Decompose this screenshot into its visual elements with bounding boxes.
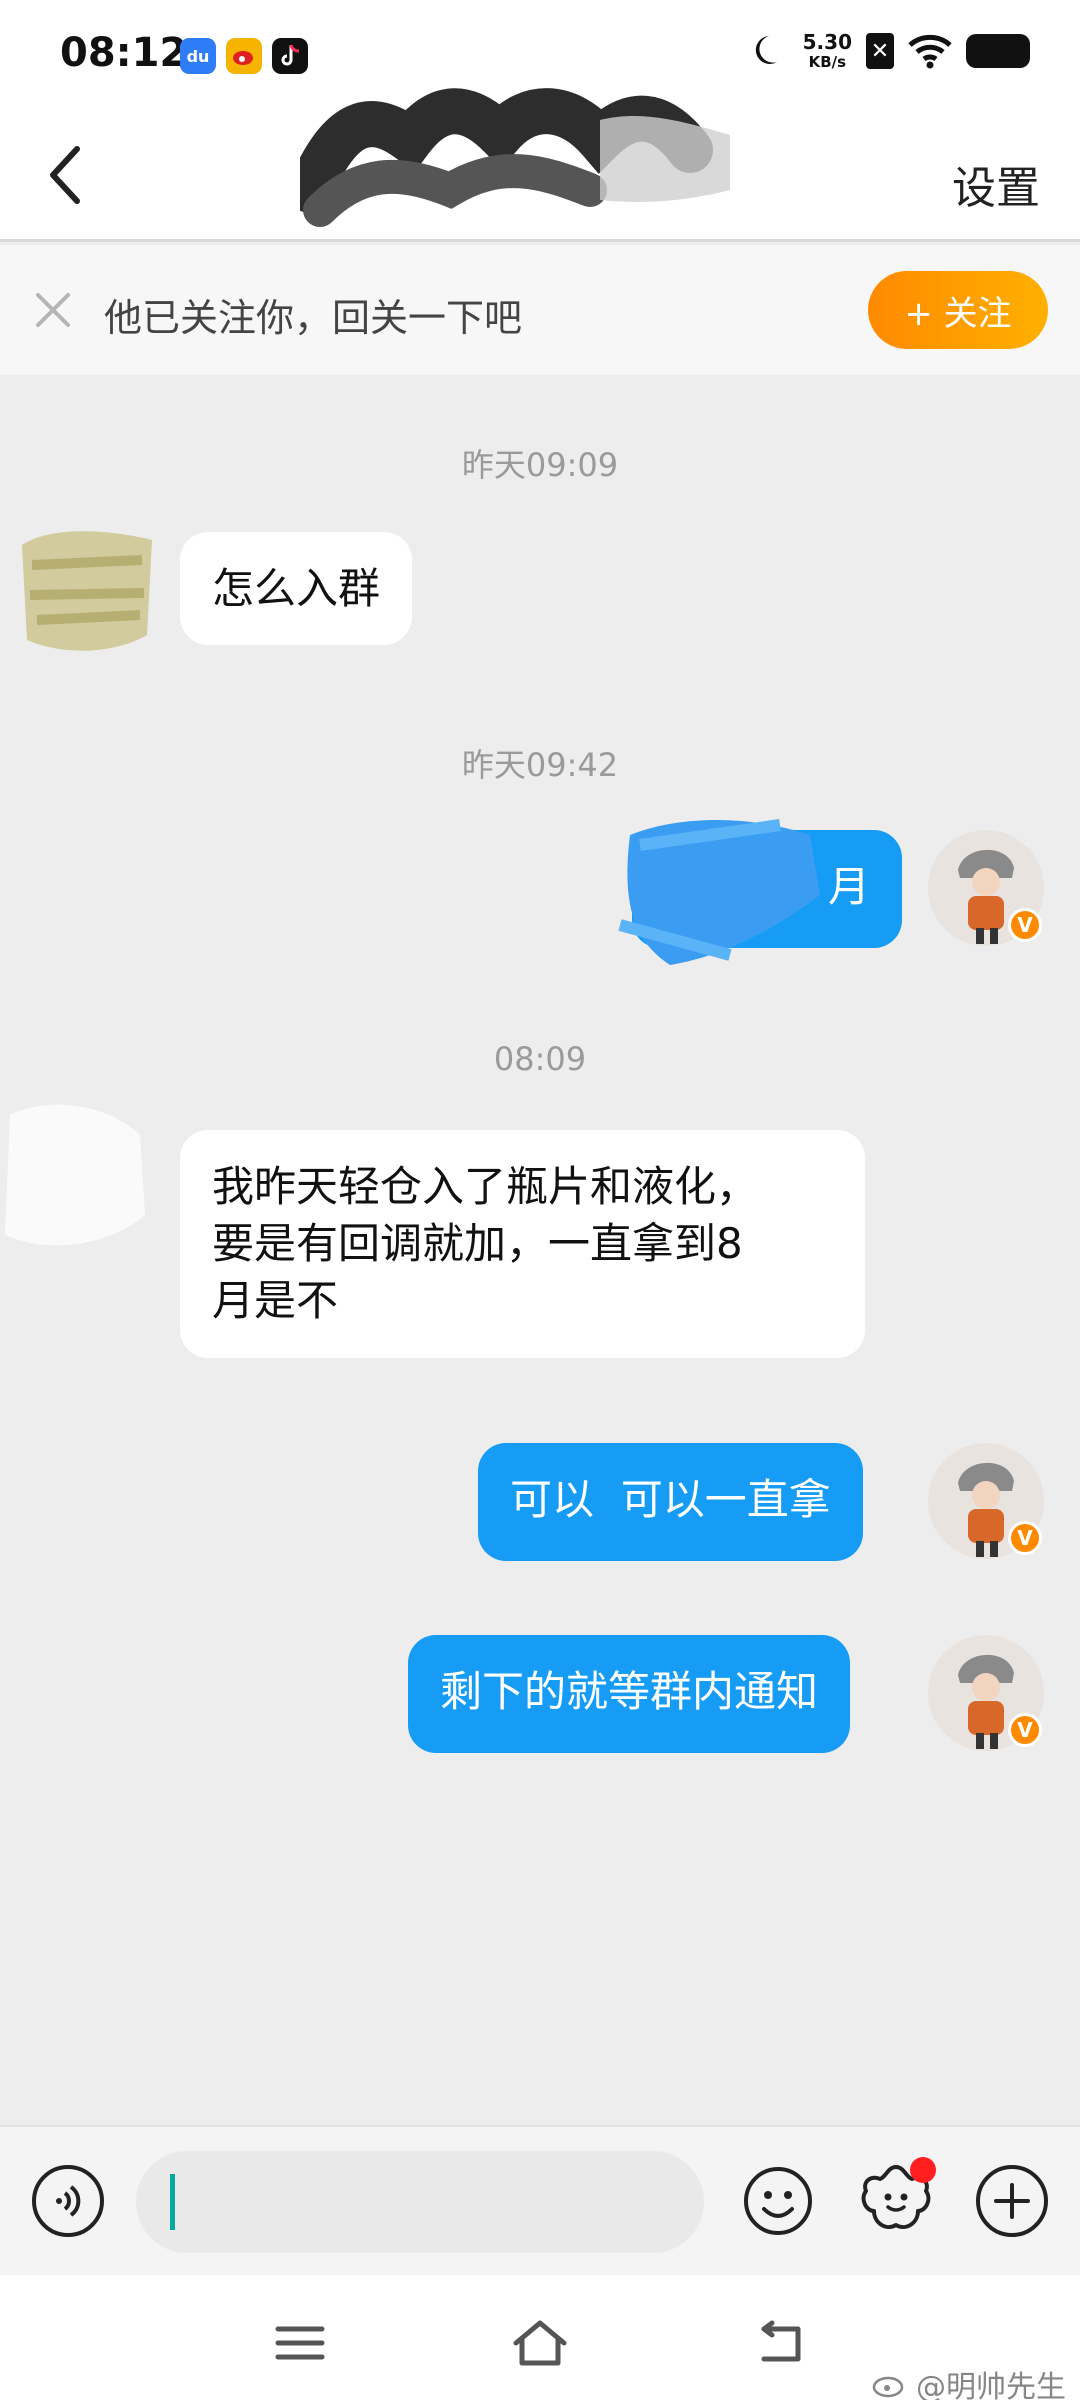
notification-dot <box>910 2157 936 2183</box>
my-avatar[interactable]: V <box>928 1443 1044 1559</box>
settings-button[interactable]: 设置 <box>952 152 1040 216</box>
weibo-logo-icon <box>872 2376 904 2398</box>
follow-button[interactable]: + 关注 <box>868 271 1048 349</box>
text-caret <box>170 2174 175 2230</box>
baidu-app-icon: du <box>180 38 216 74</box>
my-avatar[interactable]: V <box>928 1635 1044 1751</box>
verified-badge-icon: V <box>1008 908 1042 942</box>
message-text-line: 月是不 <box>212 1276 339 1325</box>
verified-badge-icon: V <box>1008 1713 1042 1747</box>
voice-button[interactable] <box>32 2165 104 2237</box>
net-speed-value: 5.30 <box>802 30 852 54</box>
plus-button[interactable] <box>976 2165 1048 2237</box>
redacted-title-scribble <box>300 88 730 227</box>
weibo-app-icon <box>226 38 262 74</box>
chat-messages: 昨天09:09 怎么入群 昨天09:42 月 V 08:09 我昨天轻仓入了瓶片… <box>0 375 1080 2125</box>
timestamp: 08:09 <box>493 1040 587 1078</box>
close-icon[interactable] <box>30 287 76 333</box>
verified-badge-icon: V <box>1008 1521 1042 1555</box>
my-avatar[interactable]: V <box>928 830 1044 946</box>
tiktok-app-icon <box>272 38 308 74</box>
message-input[interactable] <box>136 2151 704 2253</box>
status-time: 08:12 <box>60 30 188 76</box>
watermark: @明帅先生 <box>872 2362 1066 2400</box>
message-bubble-incoming[interactable]: 怎么入群 <box>180 532 413 645</box>
menu-icon[interactable] <box>272 2315 328 2371</box>
chevron-left-icon <box>50 146 80 204</box>
back-nav-icon[interactable] <box>752 2315 808 2371</box>
redaction-scribble <box>618 819 820 965</box>
message-text-line: 要是有回调就加，一直拿到8 <box>212 1219 743 1268</box>
follow-banner: 他已关注你，回关一下吧 + 关注 <box>0 245 1080 375</box>
voice-icon <box>56 2185 81 2217</box>
contact-avatar-redacted[interactable] <box>0 1095 150 1255</box>
battery-icon <box>966 34 1030 68</box>
sim-off-icon: ✕ <box>866 33 894 69</box>
wifi-icon <box>908 34 952 69</box>
back-button[interactable] <box>30 140 100 210</box>
net-speed: 5.30 KB/s <box>803 32 852 70</box>
emoji-icon[interactable] <box>742 2165 814 2237</box>
timestamp: 昨天09:09 <box>461 446 619 484</box>
chat-header: 设置 <box>0 88 1080 242</box>
plus-icon <box>994 2183 1030 2219</box>
status-right: 5.30 KB/s ✕ <box>751 32 1030 70</box>
message-text-line: 我昨天轻仓入了瓶片和液化， <box>212 1162 759 1211</box>
follow-banner-text: 他已关注你，回关一下吧 <box>104 296 523 340</box>
input-bar <box>0 2125 1080 2275</box>
moon-icon <box>755 36 777 64</box>
watermark-text: @明帅先生 <box>916 2370 1066 2400</box>
message-text: 可以 可以一直拿 <box>510 1475 831 1524</box>
follow-button-label: + 关注 <box>904 293 1012 334</box>
timestamp: 昨天09:42 <box>461 746 619 784</box>
contact-avatar-redacted[interactable] <box>12 515 157 660</box>
message-bubble-outgoing[interactable]: 剩下的就等群内通知 <box>408 1635 851 1753</box>
net-speed-unit: KB/s <box>808 53 847 71</box>
message-text: 怎么入群 <box>212 564 381 613</box>
message-bubble-incoming[interactable]: 我昨天轻仓入了瓶片和液化， 要是有回调就加，一直拿到8 月是不 <box>180 1130 865 1358</box>
home-icon[interactable] <box>512 2315 568 2371</box>
message-bubble-outgoing[interactable]: 可以 可以一直拿 <box>478 1443 863 1561</box>
message-text: 剩下的就等群内通知 <box>440 1667 819 1716</box>
